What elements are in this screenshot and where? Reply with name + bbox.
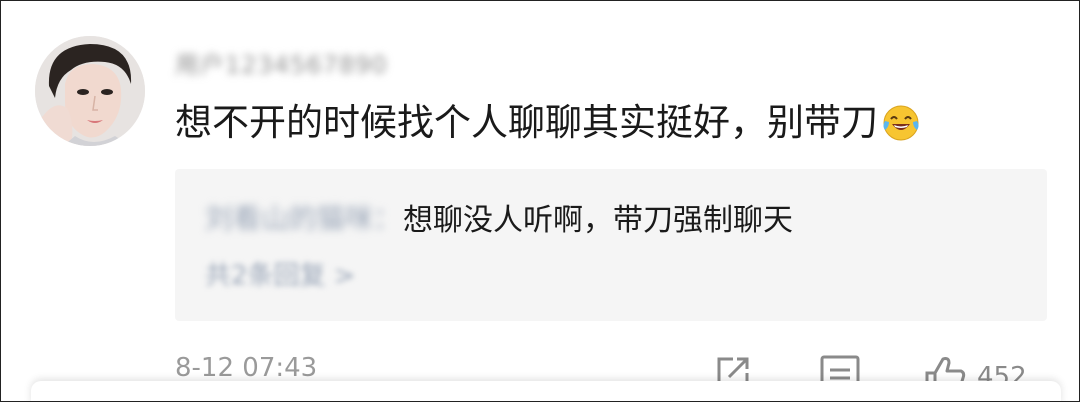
comment-username[interactable]: 用户1234567890 [175,45,388,79]
comment-body: 想不开的时候找个人聊聊其实挺好，别带刀 [175,101,878,144]
comment-card: 用户1234567890 想不开的时候找个人聊聊其实挺好，别带刀 刘看山的猫咪：… [0,0,1080,402]
comment-text: 想不开的时候找个人聊聊其实挺好，别带刀 [175,97,920,149]
comment-timestamp: 8-12 07:43 [175,353,318,383]
reply-preview[interactable]: 刘看山的猫咪： 想聊没人听啊，带刀强制聊天 共2条回复 > [175,169,1047,321]
reply-text: 想聊没人听啊，带刀强制聊天 [403,203,794,238]
reply-username[interactable]: 刘看山的猫咪： [205,197,401,237]
laugh-cry-emoji-icon [882,104,920,142]
bottom-panel-edge [31,381,1061,401]
avatar[interactable] [35,36,145,146]
reply-line: 刘看山的猫咪： 想聊没人听啊，带刀强制聊天 [205,195,793,239]
more-replies-link[interactable]: 共2条回复 > [205,255,356,292]
